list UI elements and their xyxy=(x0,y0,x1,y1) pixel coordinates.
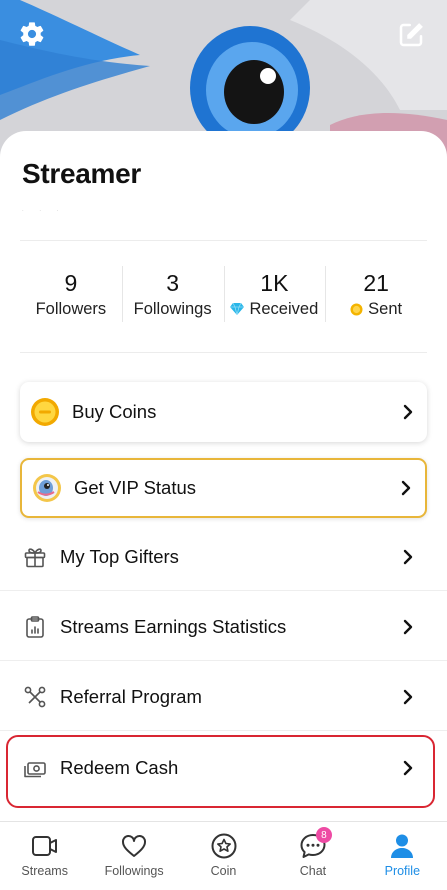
stat-followers[interactable]: 9 Followers xyxy=(20,264,122,324)
chevron-right-icon xyxy=(401,689,415,705)
stat-value: 1K xyxy=(260,269,289,296)
nav-profile[interactable]: Profile xyxy=(358,822,447,890)
stat-label: Sent xyxy=(368,299,403,318)
gift-icon xyxy=(22,544,48,570)
divider xyxy=(0,730,447,731)
stats-row: 9 Followers 3 Followings 1K Received 21 xyxy=(20,264,427,324)
profile-name: Streamer xyxy=(22,158,142,189)
settings-button[interactable] xyxy=(18,20,52,54)
coin-icon xyxy=(350,303,363,315)
nav-label: Streams xyxy=(21,864,68,878)
chevron-right-icon xyxy=(399,480,413,496)
menu-label: Redeem Cash xyxy=(60,757,179,778)
profile-subtext: . . . xyxy=(22,207,66,213)
menu-label: Referral Program xyxy=(60,686,202,707)
chat-badge: 8 xyxy=(315,827,332,843)
nav-chat[interactable]: 8 Chat xyxy=(268,822,357,890)
bottom-nav: Streams Followings Coin 8 Chat Profile xyxy=(0,821,447,890)
coins-icon xyxy=(30,397,60,427)
person-icon xyxy=(391,834,414,858)
stat-value: 3 xyxy=(166,269,180,296)
menu-label: Buy Coins xyxy=(72,401,157,422)
share-nodes-icon xyxy=(22,684,48,710)
edit-icon xyxy=(399,23,423,47)
divider xyxy=(0,660,447,661)
stat-label: Received xyxy=(249,299,319,318)
gear-icon xyxy=(20,22,44,46)
nav-streams[interactable]: Streams xyxy=(0,822,89,890)
nav-label: Coin xyxy=(210,864,237,878)
menu-label: Streams Earnings Statistics xyxy=(60,616,287,637)
nav-followings[interactable]: Followings xyxy=(89,822,178,890)
stat-value: 9 xyxy=(64,269,78,296)
divider xyxy=(0,590,447,591)
stat-sent[interactable]: 21 Sent xyxy=(325,264,427,324)
vip-status-button[interactable]: Get VIP Status xyxy=(20,458,427,518)
divider xyxy=(20,352,427,353)
chevron-right-icon xyxy=(401,619,415,635)
chevron-right-icon xyxy=(401,760,415,776)
video-camera-icon xyxy=(31,836,57,856)
nav-coin[interactable]: Coin xyxy=(179,822,268,890)
chevron-right-icon xyxy=(401,404,415,420)
chevron-right-icon xyxy=(401,549,415,565)
diamond-icon xyxy=(230,303,245,315)
top-gifters-item[interactable]: My Top Gifters xyxy=(20,527,427,587)
heart-icon xyxy=(122,835,147,857)
earnings-statistics-item[interactable]: Streams Earnings Statistics xyxy=(20,597,427,657)
menu-label: Get VIP Status xyxy=(74,477,197,498)
cash-icon xyxy=(22,755,48,781)
nav-label: Chat xyxy=(299,864,327,878)
stat-value: 21 xyxy=(363,269,389,296)
nav-label: Followings xyxy=(104,864,164,878)
referral-program-item[interactable]: Referral Program xyxy=(20,667,427,727)
stat-label: Followings xyxy=(133,299,212,318)
stat-received[interactable]: 1K Received xyxy=(223,264,326,324)
menu-label: My Top Gifters xyxy=(60,546,179,567)
stat-label: Followers xyxy=(35,299,107,318)
vip-mascot-icon xyxy=(32,473,62,503)
edit-profile-button[interactable] xyxy=(396,20,430,54)
divider xyxy=(20,240,427,241)
stat-followings[interactable]: 3 Followings xyxy=(121,264,224,324)
nav-label: Profile xyxy=(384,864,421,878)
star-coin-icon xyxy=(211,833,237,859)
buy-coins-button[interactable]: Buy Coins xyxy=(20,382,427,442)
redeem-cash-item[interactable]: Redeem Cash xyxy=(20,738,427,798)
clipboard-chart-icon xyxy=(22,614,48,640)
